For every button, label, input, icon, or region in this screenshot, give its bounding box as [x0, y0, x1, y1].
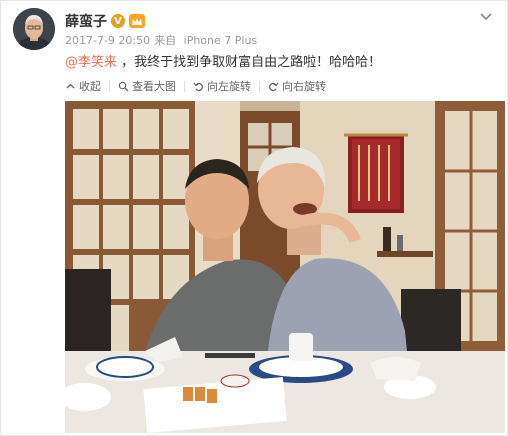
post-meta: 2017-7-9 20:50 来自 iPhone 7 Plus: [65, 32, 261, 48]
author-name[interactable]: 薛蛮子: [65, 11, 107, 31]
image-toolbar: 收起 查看大图 向左旋转 向右旋转: [65, 78, 326, 94]
author-row: 薛蛮子 V: [65, 11, 145, 31]
toolbar-divider: [109, 80, 110, 92]
post-photo[interactable]: [65, 101, 505, 433]
toolbar-divider: [259, 80, 260, 92]
view-large-label: 查看大图: [132, 80, 176, 93]
chevron-down-icon[interactable]: [477, 7, 495, 25]
author-avatar[interactable]: [13, 8, 55, 50]
post-source: iPhone 7 Plus: [183, 34, 258, 47]
verified-badge-icon: V: [111, 14, 125, 28]
mention-link[interactable]: @李笑来: [65, 55, 117, 70]
rotate-right-label: 向右旋转: [282, 80, 326, 93]
collapse-label: 收起: [79, 80, 101, 93]
view-large-button[interactable]: 查看大图: [118, 78, 176, 94]
post-timestamp[interactable]: 2017-7-9 20:50: [65, 34, 150, 47]
source-prefix: 来自: [154, 34, 177, 47]
vip-badge-icon: [129, 14, 145, 28]
rotate-right-button[interactable]: 向右旋转: [268, 78, 326, 94]
rotate-left-button[interactable]: 向左旋转: [193, 78, 251, 94]
magnify-icon: [118, 81, 129, 91]
post-body: ，我终于找到争取财富自由之路啦！哈哈哈！: [117, 55, 382, 70]
collapse-button[interactable]: 收起: [65, 78, 101, 94]
toolbar-divider: [184, 80, 185, 92]
rotate-left-label: 向左旋转: [207, 80, 251, 93]
rotate-right-icon: [269, 82, 279, 91]
weibo-post-card: 薛蛮子 V 2017-7-9 20:50 来自 iPhone 7 Plus @李笑…: [0, 0, 508, 436]
collapse-up-icon: [66, 83, 75, 88]
rotate-left-icon: [193, 82, 203, 91]
post-text: @李笑来 ，我终于找到争取财富自由之路啦！哈哈哈！: [65, 51, 381, 70]
